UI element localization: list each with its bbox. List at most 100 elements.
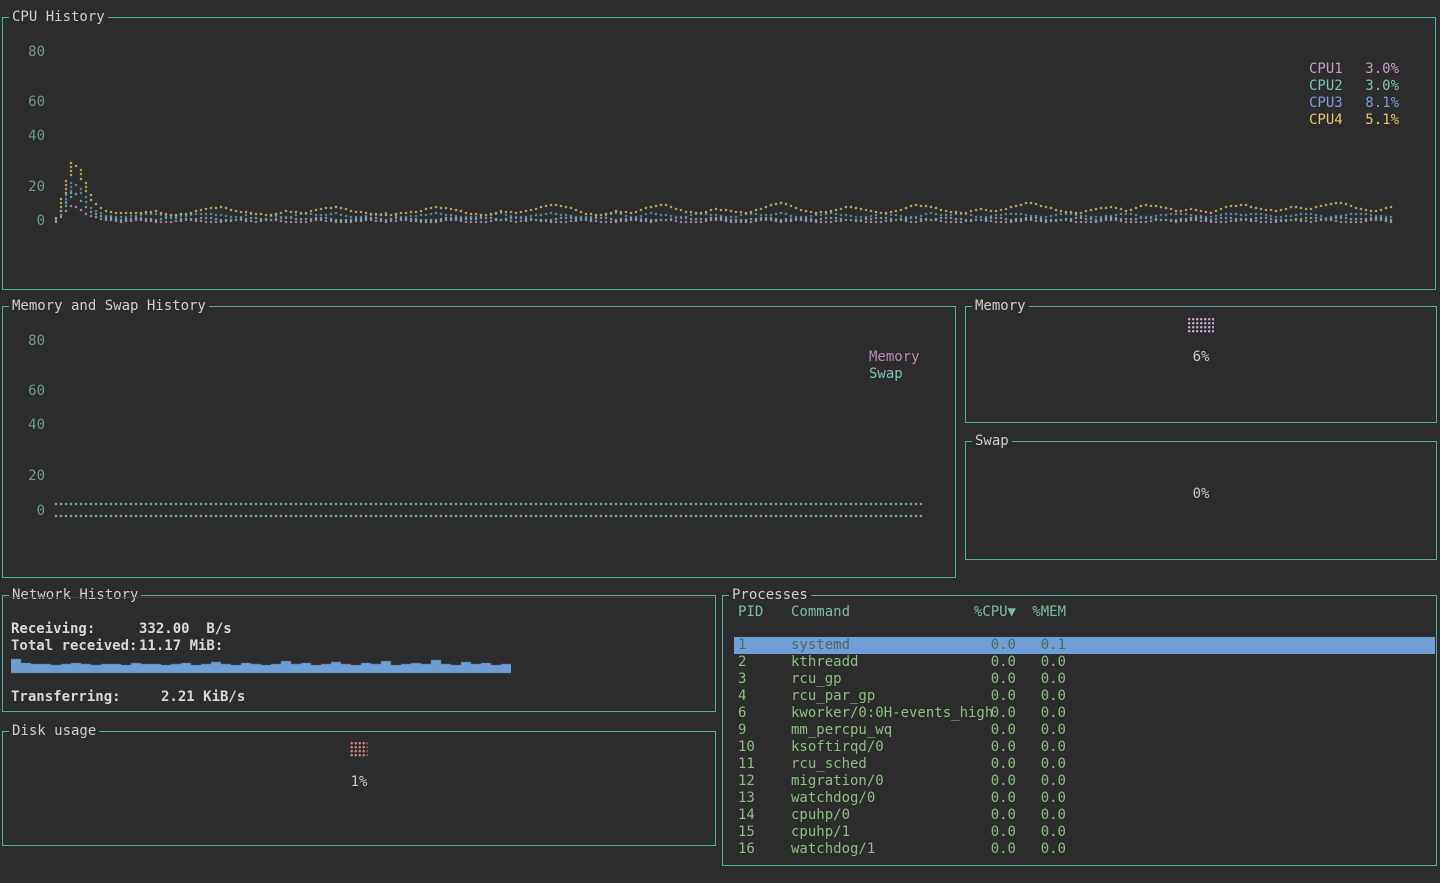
process-mem: 0.0 [1020,739,1066,756]
memswap-legend-label: Swap [869,366,920,383]
cpu-legend-label: CPU3 [1309,95,1343,112]
y-tick: 20 [23,179,45,195]
memswap-legend-label: Memory [869,349,920,366]
process-pid: 6 [738,705,791,722]
process-cpu: 0.0 [966,824,1016,841]
transmit-baseline [4,597,714,598]
process-row[interactable]: 13 watchdog/0 0.0 0.0 [734,790,1435,807]
column-header-command[interactable]: Command [791,604,966,621]
panel-title: Swap [972,433,1012,449]
process-row[interactable]: 1 systemd 0.0 0.1 [734,637,1435,654]
process-command: kworker/0:0H-events_high [791,705,966,722]
receiving-label: Receiving: [11,621,95,638]
process-cpu: 0.0 [966,705,1016,722]
process-command: cpuhp/1 [791,824,966,841]
process-pid: 16 [738,841,791,858]
memory-percent: 6% [966,349,1436,365]
cpu-legend-value: 3.0% [1365,78,1399,95]
process-table-body: 1 systemd 0.0 0.1 2 kthreadd 0.0 0.0 3 r… [734,637,1435,858]
process-command: ksoftirqd/0 [791,739,966,756]
disk-gauge-icon [351,742,368,757]
cpu-history-panel: CPU History 80 60 40 20 0 CPU13.0%CPU23.… [2,17,1436,290]
y-tick: 0 [23,213,45,229]
network-history-panel: Network History Receiving: 332.00 B/s To… [2,595,716,712]
swap-percent: 0% [966,486,1436,502]
process-row[interactable]: 6 kworker/0:0H-events_high 0.0 0.0 [734,705,1435,722]
process-row[interactable]: 12 migration/0 0.0 0.0 [734,773,1435,790]
process-cpu: 0.0 [966,841,1016,858]
process-pid: 14 [738,807,791,824]
process-mem: 0.0 [1020,756,1066,773]
process-row[interactable]: 15 cpuhp/1 0.0 0.0 [734,824,1435,841]
process-cpu: 0.0 [966,637,1016,654]
process-mem: 0.0 [1020,722,1066,739]
cpu-history-chart [53,41,1393,239]
process-mem: 0.0 [1020,654,1066,671]
process-row[interactable]: 10 ksoftirqd/0 0.0 0.0 [734,739,1435,756]
process-mem: 0.1 [1020,637,1066,654]
process-pid: 4 [738,688,791,705]
column-header-cpu-sort[interactable]: %CPU▼ [966,604,1016,621]
process-row[interactable]: 9 mm_percpu_wq 0.0 0.0 [734,722,1435,739]
cpu-legend-item: CPU2 3.0% [1309,78,1399,95]
processes-panel: Processes PID Command %CPU▼ %MEM 1 syste… [722,595,1437,866]
process-mem: 0.0 [1020,688,1066,705]
process-command: systemd [791,637,966,654]
transferring-value: 2.21 KiB/s [161,689,245,706]
y-tick: 60 [23,94,45,110]
y-tick: 20 [23,468,45,484]
panel-title: Processes [729,587,811,603]
memswap-legend: MemorySwap [869,349,920,383]
process-pid: 12 [738,773,791,790]
y-tick: 60 [23,383,45,399]
process-cpu: 0.0 [966,722,1016,739]
process-mem: 0.0 [1020,705,1066,722]
column-header-pid[interactable]: PID [738,604,791,621]
y-tick: 80 [23,333,45,349]
cpu-legend-item: CPU4 5.1% [1309,112,1399,129]
cpu-legend: CPU13.0%CPU23.0%CPU38.1%CPU45.1% [1309,61,1399,129]
process-row[interactable]: 4 rcu_par_gp 0.0 0.0 [734,688,1435,705]
process-cpu: 0.0 [966,671,1016,688]
memswap-history-panel: Memory and Swap History 80 60 40 20 0 Me… [2,306,956,578]
process-command: cpuhp/0 [791,807,966,824]
memswap-history-chart [53,481,923,529]
panel-title: Network History [9,587,141,603]
process-mem: 0.0 [1020,773,1066,790]
process-row[interactable]: 2 kthreadd 0.0 0.0 [734,654,1435,671]
cpu-legend-value: 5.1% [1365,112,1399,129]
process-row[interactable]: 14 cpuhp/0 0.0 0.0 [734,807,1435,824]
process-command: rcu_sched [791,756,966,773]
process-table-header: PID Command %CPU▼ %MEM [734,604,1435,621]
process-cpu: 0.0 [966,756,1016,773]
process-command: rcu_par_gp [791,688,966,705]
y-tick: 40 [23,417,45,433]
panel-title: CPU History [9,9,108,25]
process-row[interactable]: 11 rcu_sched 0.0 0.0 [734,756,1435,773]
column-header-mem[interactable]: %MEM [1020,604,1066,621]
process-mem: 0.0 [1020,790,1066,807]
process-cpu: 0.0 [966,739,1016,756]
cpu-legend-item: CPU38.1% [1309,95,1399,112]
cpu-legend-label: CPU2 [1309,78,1343,95]
process-pid: 3 [738,671,791,688]
panel-title: Disk usage [9,723,99,739]
process-mem: 0.0 [1020,807,1066,824]
panel-title: Memory and Swap History [9,298,209,314]
transferring-label: Transferring: [11,689,121,706]
process-row[interactable]: 16 watchdog/1 0.0 0.0 [734,841,1435,858]
process-command: watchdog/0 [791,790,966,807]
disk-percent: 1% [3,774,715,790]
process-cpu: 0.0 [966,790,1016,807]
memory-panel: Memory 6% [965,306,1437,423]
process-mem: 0.0 [1020,824,1066,841]
process-row[interactable]: 3 rcu_gp 0.0 0.0 [734,671,1435,688]
swap-panel: Swap 0% [965,441,1437,560]
process-mem: 0.0 [1020,671,1066,688]
network-received-chart [11,653,511,675]
process-command: kthreadd [791,654,966,671]
system-monitor-app: { "app": { "background": "#2c2c2c", "bor… [0,0,1440,883]
panel-title: Memory [972,298,1029,314]
cpu-legend-label: CPU4 [1309,112,1343,129]
cpu-legend-value: 3.0% [1365,61,1399,78]
